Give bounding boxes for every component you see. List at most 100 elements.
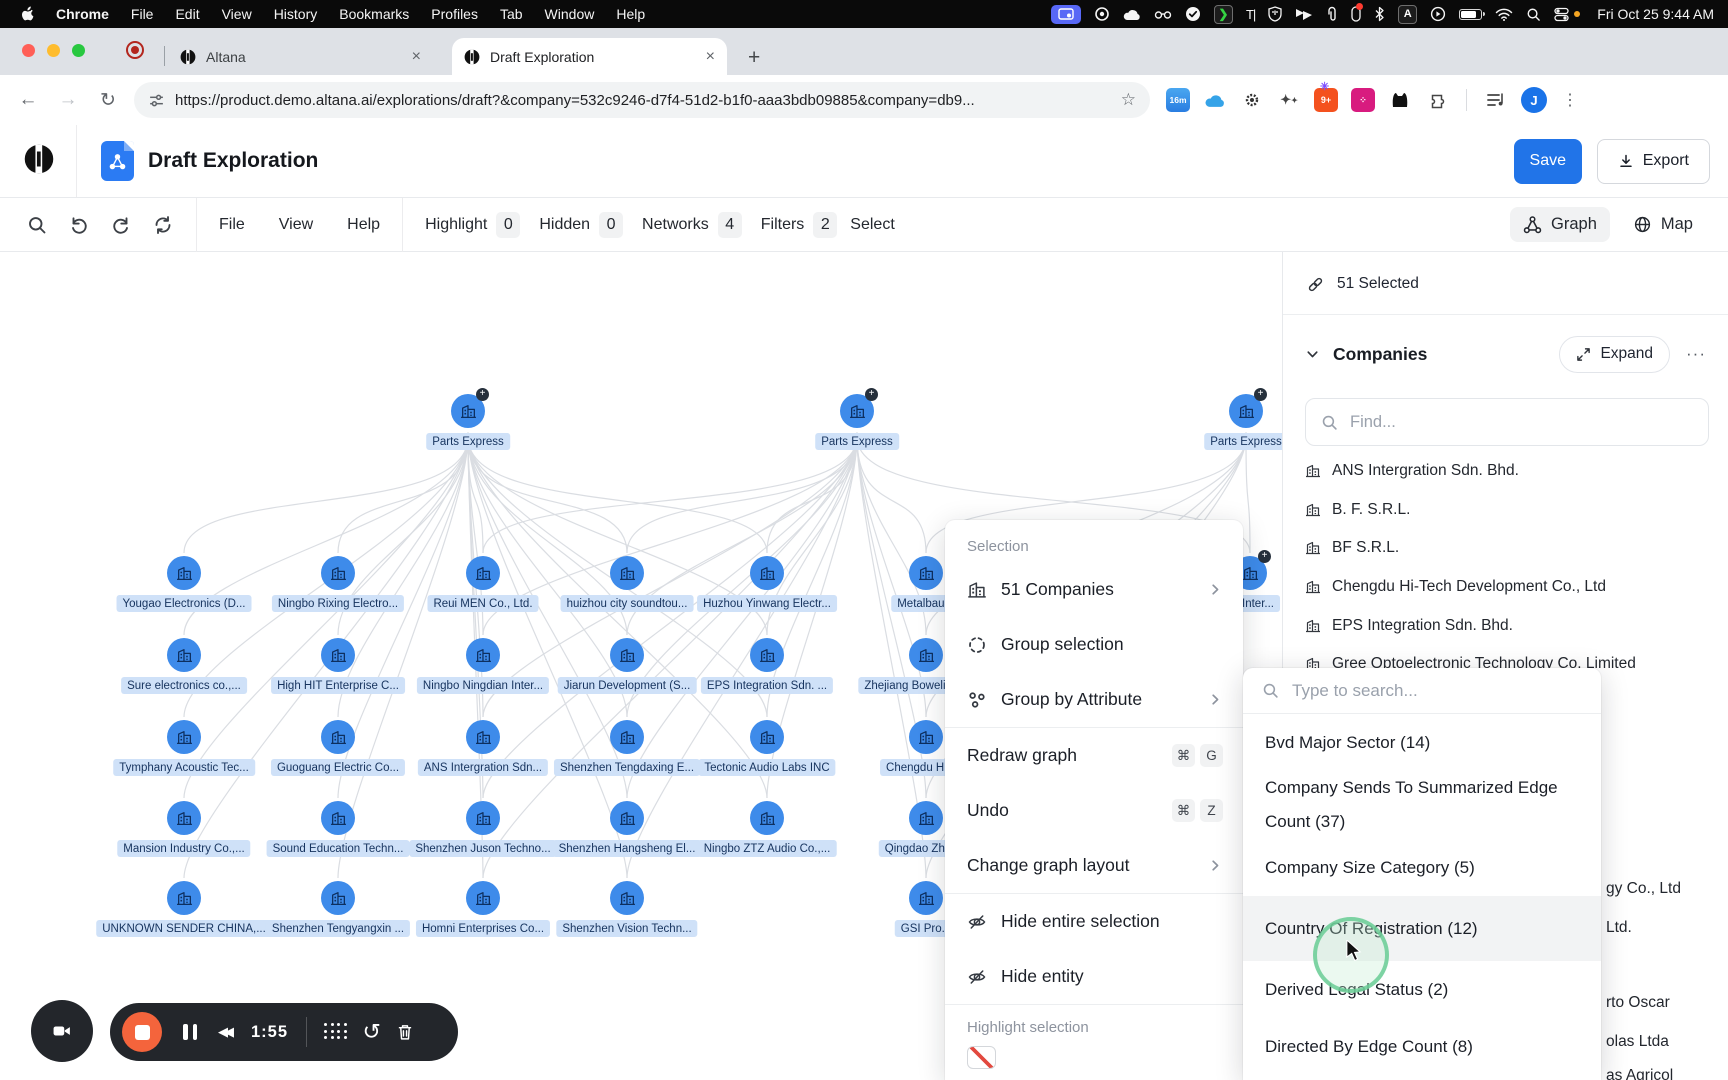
graph-node-label[interactable]: Yougao Electronics (D... — [116, 595, 252, 612]
graph-node-label[interactable]: Ningbo Ningdian Inter... — [416, 677, 550, 694]
company-name-fragment[interactable]: gy Co., Ltd — [1606, 880, 1681, 898]
company-node-circle[interactable] — [610, 556, 644, 590]
wifi-icon[interactable] — [1495, 5, 1513, 23]
color-swatch[interactable] — [1215, 1046, 1243, 1069]
graph-node-label[interactable]: UNKNOWN SENDER CHINA,... — [96, 920, 272, 937]
a-chip-icon[interactable]: A — [1398, 4, 1418, 24]
menu-help[interactable]: Help — [347, 216, 380, 234]
menubar-clock[interactable]: Fri Oct 25 9:44 AM — [1597, 6, 1714, 22]
address-bar[interactable]: https://product.demo.altana.ai/explorati… — [134, 82, 1150, 118]
toolbar-stat[interactable]: Networks 4 — [642, 211, 742, 238]
menubar-item[interactable]: Help — [605, 6, 656, 22]
graph-canvas[interactable]: + Parts Express + Parts Express + Parts … — [0, 252, 1728, 1080]
company-node-circle[interactable] — [466, 720, 500, 754]
company-node-circle[interactable] — [466, 638, 500, 672]
company-node-circle[interactable] — [167, 638, 201, 672]
screen-share-icon[interactable] — [1050, 4, 1081, 24]
view-toggle-map[interactable]: Map — [1620, 207, 1706, 242]
graph-node-label[interactable]: Mansion Industry Co.,... — [117, 840, 251, 857]
company-node-circle[interactable] — [321, 881, 355, 915]
company-node-circle[interactable] — [610, 720, 644, 754]
company-node-circle[interactable] — [466, 801, 500, 835]
redo-icon[interactable] — [111, 215, 131, 235]
company-node-circle[interactable] — [466, 881, 500, 915]
company-name-fragment[interactable]: Ltd. — [1606, 919, 1632, 937]
graph-node-label[interactable]: Parts Express — [815, 433, 899, 450]
mouse-icon[interactable] — [1351, 3, 1364, 23]
stop-recording-button[interactable] — [122, 1012, 162, 1052]
extension-cloud-icon[interactable] — [1203, 88, 1227, 112]
expand-button[interactable]: Expand — [1559, 335, 1671, 373]
toolbar-stat[interactable]: Hidden 0 — [539, 211, 624, 238]
restart-recording-icon[interactable]: ↺ — [363, 1021, 381, 1043]
extension-loom-icon[interactable]: 16m — [1166, 88, 1190, 112]
company-node-circle[interactable] — [610, 881, 644, 915]
graph-node-label[interactable]: Shenzhen Hangsheng El... — [552, 840, 702, 857]
company-node-circle[interactable] — [750, 638, 784, 672]
graph-node-label[interactable]: Shenzhen Tengyangxin ... — [265, 920, 411, 937]
play-chip-icon[interactable]: ❯ — [1213, 4, 1233, 24]
company-node-circle[interactable] — [167, 556, 201, 590]
browser-menu-icon[interactable]: ⋮ — [1562, 90, 1578, 110]
user-switch-icon[interactable] — [1554, 5, 1569, 23]
menubar-item[interactable]: Tab — [489, 6, 534, 22]
new-tab-button[interactable]: + — [748, 46, 760, 70]
extension-nine-plus-icon[interactable]: 9+ — [1314, 80, 1338, 112]
bookmark-star-icon[interactable]: ☆ — [1121, 90, 1136, 110]
attribute-menu-item[interactable]: Directed By Edge Count (8) — [1243, 1018, 1601, 1075]
graph-node-label[interactable]: Parts Express — [1204, 433, 1288, 450]
company-node-circle[interactable] — [167, 720, 201, 754]
graph-node-label[interactable]: Parts Express — [426, 433, 510, 450]
attribute-menu-item[interactable]: Derived Legal Status (2) — [1243, 961, 1601, 1018]
search-icon[interactable] — [27, 215, 47, 235]
context-menu-item[interactable]: Redraw graph ⌘ G — [945, 728, 1243, 783]
refresh-icon[interactable] — [153, 215, 173, 235]
toolbar-stat[interactable]: Filters 2 — [761, 211, 838, 238]
extension-gear-icon[interactable] — [1240, 88, 1264, 112]
pause-button[interactable] — [183, 1024, 197, 1040]
menu-view[interactable]: View — [279, 216, 313, 234]
cloud-icon[interactable] — [1123, 5, 1141, 23]
company-name-fragment[interactable]: olas Ltda — [1606, 1033, 1669, 1051]
play-circle-icon[interactable] — [1430, 5, 1446, 23]
graph-node-label[interactable]: Reui MEN Co., Ltd. — [427, 595, 539, 612]
graph-node-label[interactable]: Huzhou Yinwang Electr... — [697, 595, 837, 612]
graph-node-label[interactable]: huizhou city soundtou... — [560, 595, 694, 612]
company-node-circle[interactable] — [466, 556, 500, 590]
menubar-item[interactable]: Profiles — [420, 6, 489, 22]
menu-file[interactable]: File — [219, 216, 245, 234]
extension-cat-icon[interactable] — [1388, 88, 1412, 112]
company-list-item[interactable]: BF S.R.L. — [1305, 529, 1715, 568]
color-swatch[interactable] — [1038, 1046, 1066, 1069]
color-swatch[interactable] — [1179, 1046, 1207, 1069]
close-window-button[interactable] — [22, 44, 35, 57]
context-menu-item[interactable]: Hide entity — [945, 949, 1243, 1004]
color-swatch[interactable] — [1073, 1046, 1101, 1069]
company-list-item[interactable]: B. F. S.R.L. — [1305, 491, 1715, 530]
context-menu-item[interactable]: Undo ⌘ Z — [945, 783, 1243, 838]
section-more-icon[interactable]: ··· — [1686, 344, 1706, 364]
color-swatch[interactable] — [1144, 1046, 1172, 1069]
extensions-puzzle-icon[interactable] — [1425, 88, 1449, 112]
color-swatch[interactable] — [1109, 1046, 1137, 1069]
company-name-fragment[interactable]: as Agricol — [1606, 1067, 1673, 1080]
graph-node-label[interactable]: Shenzhen Tengdaxing E... — [553, 759, 701, 776]
spotlight-search-icon[interactable] — [1526, 5, 1541, 23]
graph-node-label[interactable]: Ningbo ZTZ Audio Co.,... — [697, 840, 837, 857]
graph-node-label[interactable]: ANS Intergration Sdn... — [417, 759, 549, 776]
forward-icon[interactable]: → — [48, 89, 88, 111]
shield-icon[interactable] — [1268, 5, 1282, 23]
company-node-circle[interactable] — [610, 801, 644, 835]
glasses-icon[interactable] — [1154, 5, 1172, 23]
company-list-item[interactable]: EPS Integration Sdn. Bhd. — [1305, 606, 1715, 645]
recording-indicator-icon[interactable] — [126, 41, 144, 59]
company-node-circle[interactable] — [321, 801, 355, 835]
graph-node-label[interactable]: Guoguang Electric Co... — [270, 759, 406, 776]
playlist-icon[interactable] — [1484, 88, 1508, 112]
zoom-window-button[interactable] — [72, 44, 85, 57]
company-list-item[interactable]: Chengdu Hi-Tech Development Co., Ltd — [1305, 568, 1715, 607]
menubar-item[interactable]: Edit — [164, 6, 210, 22]
context-menu-item[interactable]: Hide entire selection — [945, 894, 1243, 949]
site-settings-icon[interactable] — [148, 92, 165, 109]
attribute-search-input[interactable]: Type to search... — [1243, 668, 1601, 713]
